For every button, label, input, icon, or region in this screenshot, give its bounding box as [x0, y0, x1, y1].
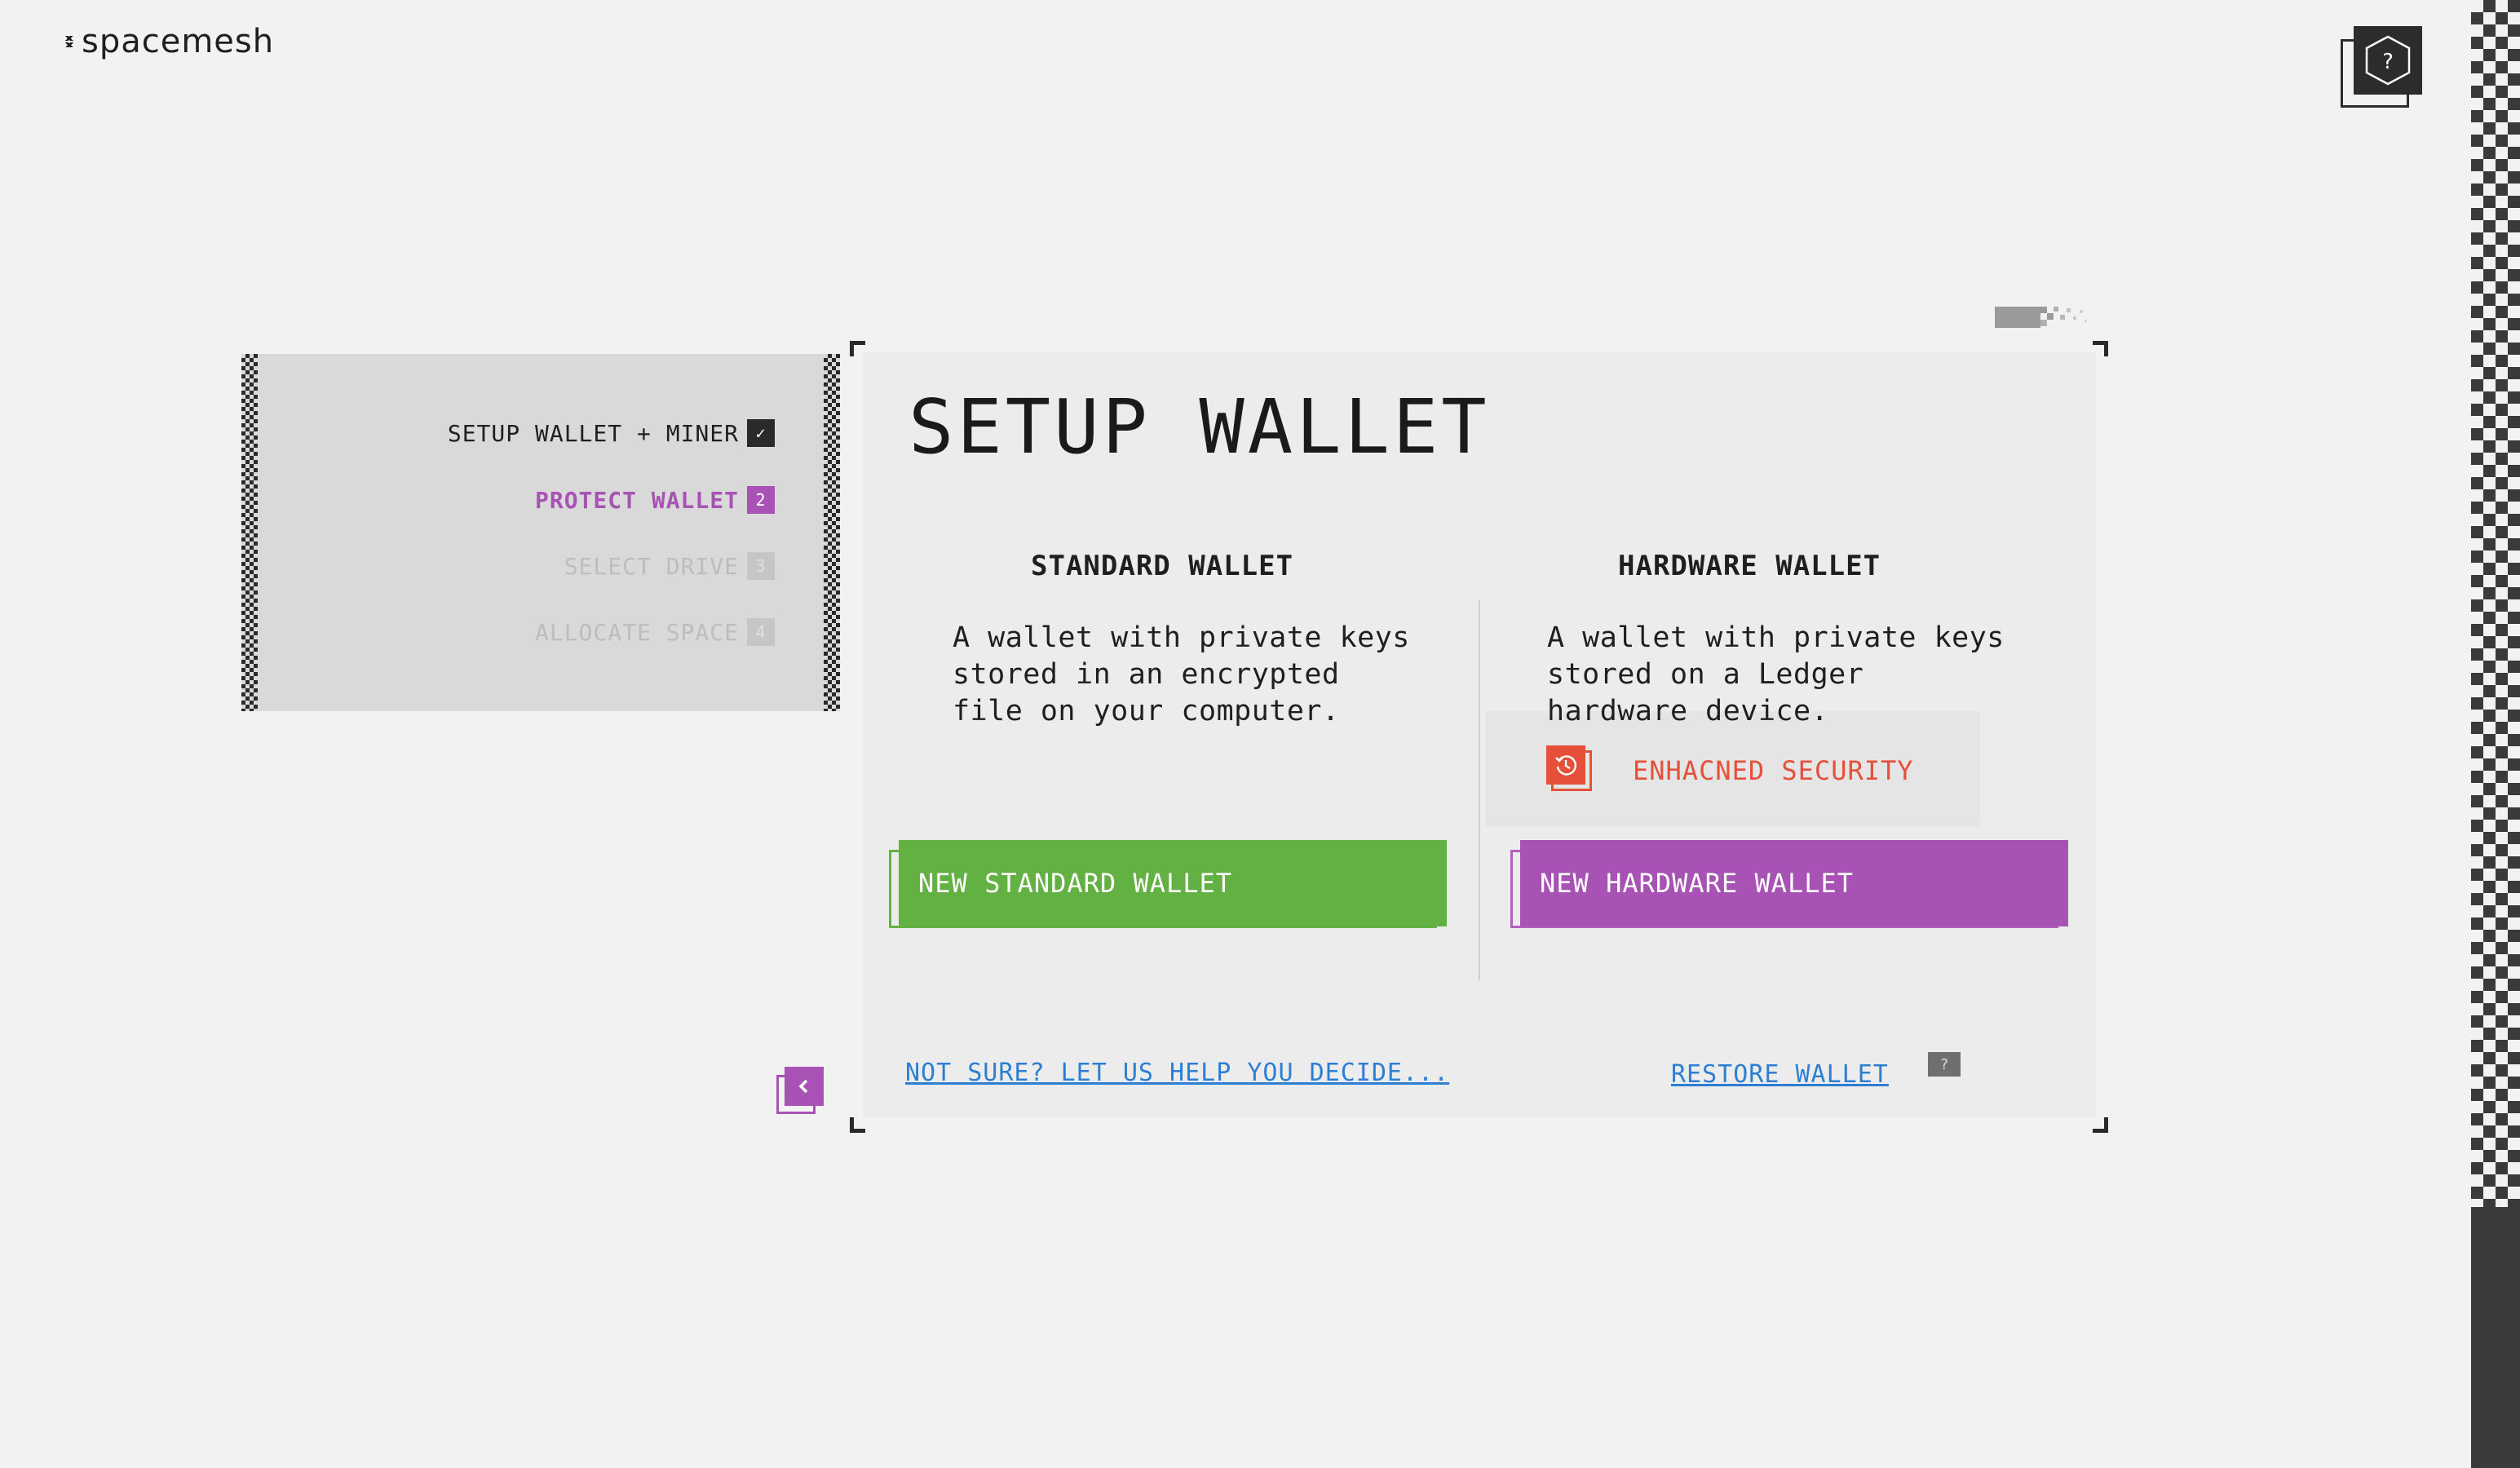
step-allocate-space: ALLOCATE SPACE 4: [535, 618, 775, 646]
restore-wallet-link[interactable]: RESTORE WALLET: [1671, 1060, 1889, 1089]
security-icon-face: [1546, 745, 1585, 785]
help-decide-link[interactable]: NOT SURE? LET US HELP YOU DECIDE...: [905, 1059, 1449, 1087]
panel-edge-right: [824, 354, 840, 711]
new-standard-wallet-button[interactable]: NEW STANDARD WALLET: [889, 840, 1447, 928]
help-button[interactable]: ?: [2341, 26, 2422, 108]
step-number-badge: 3: [747, 552, 775, 580]
card-corner: [2093, 341, 2108, 356]
restore-help-icon[interactable]: ?: [1928, 1052, 1961, 1077]
brand-logo: spacemesh: [64, 23, 274, 60]
help-hexagon-icon: ?: [2354, 26, 2422, 95]
brand-name: spacemesh: [82, 23, 275, 60]
step-number-badge: 4: [747, 618, 775, 646]
step-label: SELECT DRIVE: [564, 552, 739, 580]
card-corner: [850, 1117, 865, 1133]
standard-wallet-heading: STANDARD WALLET: [1031, 550, 1294, 582]
setup-steps-panel: SETUP WALLET + MINER ✓ PROTECT WALLET 2 …: [241, 354, 840, 711]
check-icon: ✓: [747, 419, 775, 447]
chevron-left-icon: [785, 1067, 824, 1106]
step-label: ALLOCATE SPACE: [534, 618, 739, 646]
back-button[interactable]: [776, 1067, 825, 1116]
step-setup-wallet-miner: SETUP WALLET + MINER ✓: [448, 419, 775, 447]
step-protect-wallet: PROTECT WALLET 2: [535, 486, 775, 514]
spacemesh-logo-icon: [64, 33, 75, 51]
hardware-wallet-description: A wallet with private keys stored on a L…: [1547, 621, 2005, 727]
help-symbol: ?: [2382, 50, 2394, 74]
step-label: PROTECT WALLET: [534, 486, 739, 514]
new-standard-wallet-label: NEW STANDARD WALLET: [899, 840, 1447, 926]
step-select-drive: SELECT DRIVE 3: [564, 552, 775, 580]
step-label: SETUP WALLET + MINER: [447, 419, 739, 447]
history-icon: [1546, 745, 1594, 793]
column-divider: [1479, 600, 1480, 980]
page-title: SETUP WALLET: [909, 383, 1490, 471]
decorative-strip-solid: [2471, 1207, 2520, 1468]
new-hardware-wallet-button[interactable]: NEW HARDWARE WALLET: [1510, 840, 2068, 928]
new-hardware-wallet-label: NEW HARDWARE WALLET: [1520, 840, 2068, 926]
hardware-wallet-heading: HARDWARE WALLET: [1618, 550, 1881, 582]
standard-wallet-description: A wallet with private keys stored in an …: [953, 621, 1410, 727]
security-badge-label: ENHACNED SECURITY: [1633, 755, 1914, 786]
step-number-badge: 2: [747, 486, 775, 514]
card-corner: [2093, 1117, 2108, 1133]
panel-edge-left: [241, 354, 258, 711]
card-corner: [850, 341, 865, 356]
pixel-decoration: [1995, 307, 2087, 328]
